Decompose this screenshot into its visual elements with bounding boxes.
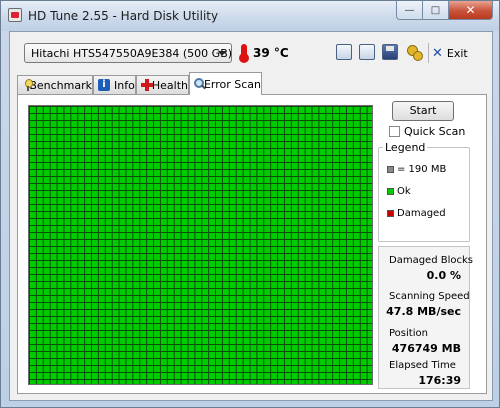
legend-swatch-block (387, 166, 394, 173)
options-gear-icon[interactable] (406, 44, 423, 61)
position-label: Position (389, 328, 428, 339)
tab-error-scan[interactable]: Error Scan (189, 72, 262, 95)
copy-screenshot-icon[interactable] (359, 44, 375, 60)
tab-health-label: Health (151, 79, 188, 92)
thermometer-icon (239, 44, 249, 63)
damaged-blocks-value: 0.0 % (426, 269, 461, 282)
main-client-area: Hitachi HTS547550A9E384 (500 GB) 39 °C ✕… (9, 31, 493, 401)
benchmark-icon (22, 79, 35, 91)
legend-item-block-size: = 190 MB (387, 164, 446, 175)
position-value: 476749 MB (391, 342, 461, 355)
error-scan-icon (194, 78, 204, 90)
scanning-speed-label: Scanning Speed (389, 291, 470, 302)
legend-group: Legend = 190 MB Ok Damaged (378, 141, 470, 242)
maximize-button[interactable]: □ (423, 1, 449, 20)
legend-item-damaged: Damaged (387, 208, 446, 219)
app-window: HD Tune 2.55 - Hard Disk Utility — □ ✕ H… (0, 0, 500, 408)
toolbar-divider (428, 43, 429, 63)
legend-title: Legend (383, 141, 428, 154)
tab-health[interactable]: Health (136, 75, 189, 94)
tab-info-label: Info (114, 79, 135, 92)
minimize-button[interactable]: — (396, 1, 423, 20)
scanning-speed-value: 47.8 MB/sec (386, 305, 461, 318)
tab-info[interactable]: i Info (93, 75, 136, 94)
error-scan-panel: Start Quick Scan Legend = 190 MB Ok Dama… (17, 94, 487, 394)
legend-label-block-size: = 190 MB (397, 164, 447, 175)
tab-benchmark[interactable]: Benchmark (17, 75, 93, 94)
scan-statistics: Damaged Blocks 0.0 % Scanning Speed 47.8… (378, 246, 473, 389)
quick-scan-option[interactable]: Quick Scan (389, 125, 465, 138)
damaged-blocks-label: Damaged Blocks (389, 255, 473, 266)
legend-item-ok: Ok (387, 186, 411, 197)
legend-label-damaged: Damaged (397, 208, 446, 219)
exit-button[interactable]: ✕ Exit (432, 45, 468, 61)
exit-label: Exit (446, 46, 468, 60)
hd-tune-app-icon[interactable] (8, 8, 22, 22)
chevron-down-icon (218, 51, 226, 56)
legend-swatch-damaged (387, 210, 394, 217)
tab-error-scan-label: Error Scan (203, 78, 261, 91)
elapsed-time-value: 176:39 (418, 374, 461, 387)
window-title: HD Tune 2.55 - Hard Disk Utility (28, 9, 219, 23)
close-button[interactable]: ✕ (449, 1, 493, 20)
exit-x-icon: ✕ (432, 45, 443, 61)
elapsed-time-label: Elapsed Time (389, 360, 456, 371)
save-icon[interactable] (382, 44, 398, 60)
temperature-readout: 39 °C (253, 46, 289, 60)
tab-benchmark-label: Benchmark (29, 79, 92, 92)
legend-swatch-ok (387, 188, 394, 195)
drive-dropdown[interactable]: Hitachi HTS547550A9E384 (500 GB) (24, 43, 232, 63)
drive-dropdown-value: Hitachi HTS547550A9E384 (500 GB) (31, 47, 233, 60)
copy-text-icon[interactable] (336, 44, 352, 60)
quick-scan-checkbox[interactable] (389, 126, 400, 137)
scan-block-grid (28, 105, 373, 385)
start-button[interactable]: Start (392, 101, 454, 121)
legend-label-ok: Ok (397, 186, 411, 197)
health-icon (141, 79, 153, 91)
info-icon: i (98, 79, 110, 91)
quick-scan-label: Quick Scan (404, 125, 466, 138)
title-bar[interactable]: HD Tune 2.55 - Hard Disk Utility — □ ✕ (1, 1, 499, 31)
window-controls: — □ ✕ (396, 1, 493, 21)
